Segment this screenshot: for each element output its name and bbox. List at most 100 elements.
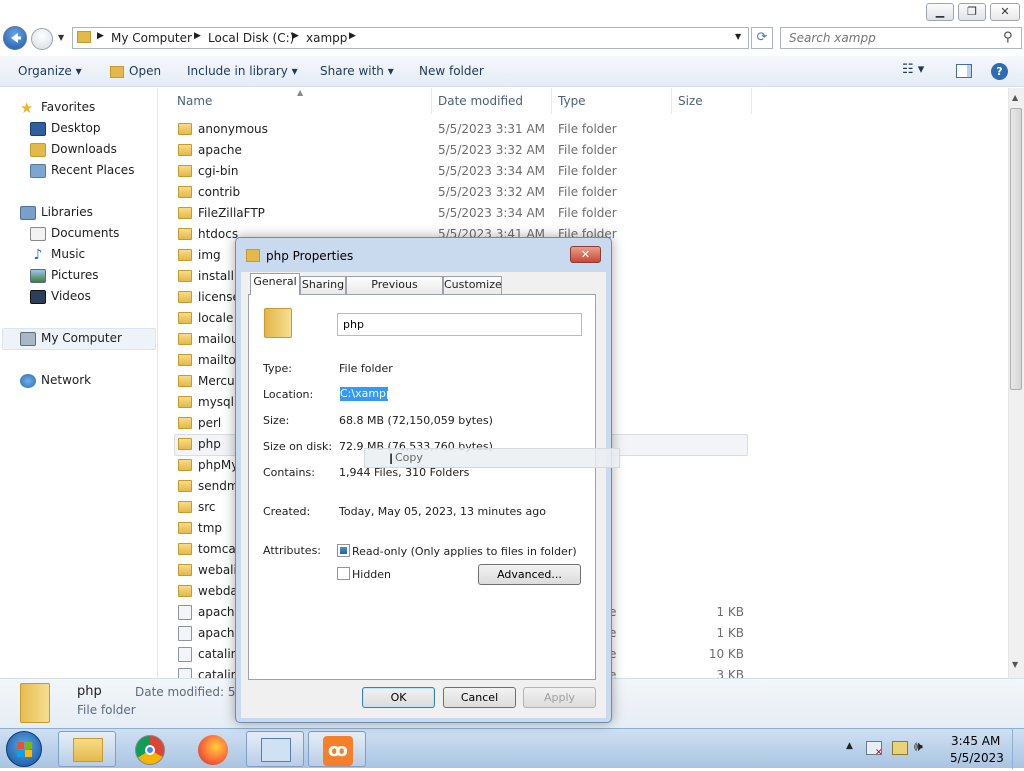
search-box[interactable]: ⚲	[780, 27, 1022, 49]
chevron-right-icon: ▶	[97, 31, 104, 41]
videos-icon	[30, 289, 46, 304]
organize-button[interactable]: Organize ▾	[18, 64, 82, 78]
breadcrumb-my-computer[interactable]: My Computer	[111, 31, 192, 45]
clock-time[interactable]: 3:45 AM	[951, 734, 1000, 748]
table-row[interactable]: cgi-bin 5/5/2023 3:34 AM File folder	[174, 161, 754, 182]
column-header-name[interactable]: Name	[177, 94, 212, 108]
help-icon[interactable]: ?	[991, 63, 1008, 80]
action-center-icon[interactable]	[892, 741, 908, 755]
explorer-icon	[73, 738, 103, 762]
address-bar[interactable]: ▶ My Computer ▶ Local Disk (C:) ▶ xampp …	[72, 27, 749, 49]
clock-date[interactable]: 5/5/2023	[950, 751, 1004, 765]
refresh-button[interactable]: ⟳	[751, 27, 773, 49]
scrollbar-thumb[interactable]	[1010, 108, 1022, 390]
location-value[interactable]: C:\xampp	[340, 387, 393, 401]
table-row[interactable]: contrib 5/5/2023 3:32 AM File folder	[174, 182, 754, 203]
include-in-library-button[interactable]: Include in library ▾	[187, 64, 298, 78]
nav-documents[interactable]: Documents	[30, 223, 119, 243]
nav-network[interactable]: Network	[20, 370, 91, 390]
chevron-right-icon: ▶	[292, 31, 299, 41]
back-button[interactable]	[3, 26, 27, 50]
hidden-checkbox[interactable]	[337, 567, 350, 580]
file-date: 5/5/2023 3:31 AM	[438, 122, 546, 136]
start-button[interactable]	[6, 731, 42, 767]
show-hidden-icons[interactable]: ▲	[846, 741, 853, 751]
folder-icon	[178, 249, 192, 261]
address-dropdown-icon[interactable]: ▼	[735, 32, 741, 41]
dialog-close-button[interactable]: ✕	[570, 246, 601, 263]
close-window-button[interactable]: ✕	[990, 3, 1020, 21]
file-date: 5/5/2023 3:32 AM	[438, 143, 546, 157]
column-separator[interactable]	[751, 88, 752, 114]
tab-sharing[interactable]: Sharing	[300, 276, 346, 294]
readonly-label[interactable]: Read-only (Only applies to files in fold…	[352, 545, 577, 558]
minimize-button[interactable]: ▁	[926, 3, 954, 21]
nav-downloads[interactable]: Downloads	[30, 139, 117, 159]
cancel-button[interactable]: Cancel	[443, 687, 516, 708]
table-row[interactable]: FileZillaFTP 5/5/2023 3:34 AM File folder	[174, 203, 754, 224]
recent-pages-dropdown[interactable]: ▼	[58, 33, 64, 42]
music-icon: ♪	[33, 246, 43, 263]
libraries-icon	[20, 205, 36, 220]
nav-pictures[interactable]: Pictures	[30, 265, 99, 285]
divider	[263, 348, 581, 349]
nav-recent-places[interactable]: Recent Places	[30, 160, 134, 180]
apply-button[interactable]: Apply	[523, 687, 596, 708]
tab-previous-versions[interactable]: Previous Versions	[346, 276, 443, 307]
file-name: htdocs	[198, 227, 239, 241]
column-separator[interactable]	[671, 88, 672, 114]
nav-favorites[interactable]: ★ Favorites	[20, 97, 95, 117]
tab-general[interactable]: General	[250, 273, 300, 295]
scroll-up-icon[interactable]: ▲	[1012, 93, 1018, 102]
advanced-button[interactable]: Advanced...	[478, 564, 581, 585]
star-icon: ★	[20, 98, 34, 117]
file-type: File folder	[558, 164, 617, 178]
size-on-disk-label: Size on disk:	[263, 440, 333, 453]
table-row[interactable]: apache 5/5/2023 3:32 AM File folder	[174, 140, 754, 161]
nav-my-computer[interactable]: My Computer	[20, 328, 122, 348]
column-separator[interactable]	[431, 88, 432, 114]
nav-videos[interactable]: Videos	[30, 286, 91, 306]
created-label: Created:	[263, 505, 311, 518]
preview-pane-icon[interactable]	[956, 64, 972, 78]
file-size: 10 KB	[708, 647, 744, 661]
batch-file-icon	[178, 626, 192, 641]
ok-button[interactable]: OK	[362, 687, 435, 708]
open-button[interactable]: Open	[129, 64, 161, 78]
column-header-date[interactable]: Date modified	[438, 94, 523, 108]
taskbar-explorer[interactable]	[58, 731, 116, 767]
column-separator[interactable]	[551, 88, 552, 114]
folder-icon	[178, 459, 192, 471]
table-row[interactable]: anonymous 5/5/2023 3:31 AM File folder	[174, 119, 754, 140]
forward-button[interactable]	[31, 28, 53, 50]
taskbar-xampp[interactable]: ꝏ	[308, 731, 366, 767]
column-header-size[interactable]: Size	[678, 94, 703, 108]
nav-music[interactable]: ♪ Music	[30, 244, 86, 264]
tab-customize[interactable]: Customize	[443, 276, 502, 294]
taskbar-chrome[interactable]	[121, 731, 179, 767]
search-input[interactable]	[789, 31, 989, 45]
breadcrumb-xampp[interactable]: xampp	[306, 31, 347, 45]
show-desktop-button[interactable]	[1012, 729, 1024, 769]
scroll-down-icon[interactable]: ▼	[1012, 660, 1018, 669]
folder-name-input[interactable]	[337, 313, 582, 336]
breadcrumb-local-disk[interactable]: Local Disk (C:)	[208, 31, 294, 45]
file-name: mailou	[198, 332, 239, 346]
folder-large-icon	[20, 683, 50, 723]
taskbar-control-panel[interactable]	[246, 731, 304, 767]
view-options-icon[interactable]: ☷ ▾	[902, 62, 924, 77]
maximize-button[interactable]: ❐	[958, 3, 986, 21]
file-name: Mercur	[198, 374, 240, 388]
hidden-label[interactable]: Hidden	[352, 568, 391, 581]
folder-icon	[178, 165, 192, 177]
file-size: 1 KB	[716, 626, 744, 640]
column-header-type[interactable]: Type	[558, 94, 586, 108]
folder-icon	[178, 522, 192, 534]
taskbar-firefox[interactable]	[184, 731, 242, 767]
volume-icon[interactable]: 🕪	[914, 739, 923, 755]
new-folder-button[interactable]: New folder	[419, 64, 484, 78]
share-with-button[interactable]: Share with ▾	[320, 64, 394, 78]
nav-desktop[interactable]: Desktop	[30, 118, 101, 138]
nav-libraries[interactable]: Libraries	[20, 202, 93, 222]
readonly-checkbox[interactable]	[337, 544, 350, 557]
